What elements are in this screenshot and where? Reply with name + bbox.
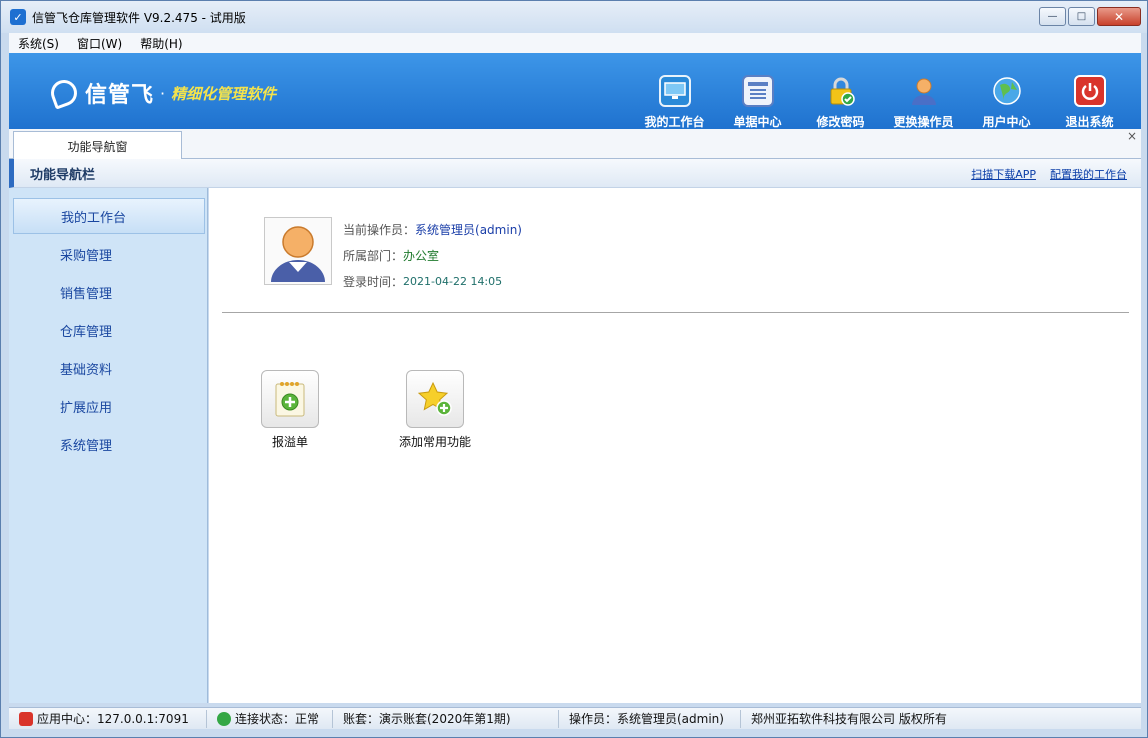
sidebar-item-warehouse[interactable]: 仓库管理 [13,312,205,348]
toolbar-user-center-button[interactable]: 用户中心 [965,75,1048,130]
operator-value: 系统管理员(admin) [415,222,522,237]
toolbar-label: 单据中心 [733,115,782,129]
toolbar-label: 修改密码 [816,115,865,129]
navigation-links: 扫描下载APP 配置我的工作台 [957,166,1127,182]
header-banner: 信管飞 · 精细化管理软件 我的工作台 单据中心 修改密码 更换操作员 用户中心… [9,53,1141,129]
login-time-label: 登录时间： [343,274,404,289]
minimize-button[interactable]: — [1039,7,1066,26]
toolbar-switch-operator-button[interactable]: 更换操作员 [882,75,965,130]
status-server-text: 应用中心：127.0.0.1:7091 [37,712,189,726]
window-title: 信管飞仓库管理软件 V9.2.475 - 试用版 [32,10,246,25]
navigation-title: 功能导航栏 [30,167,96,183]
tab-strip: 功能导航窗 × [9,129,1141,160]
toolbar-label: 退出系统 [1065,115,1114,129]
toolbar-label: 我的工作台 [644,115,705,129]
department-value: 办公室 [403,248,440,263]
brand-name: 信管飞 [85,83,155,108]
monitor-icon [658,75,691,107]
login-time-value: 2021-04-22 14:05 [403,274,503,288]
department-label: 所属部门： [343,248,404,263]
sidebar-item-basic-data[interactable]: 基础资料 [13,350,205,386]
power-icon [1073,75,1106,107]
status-server: 应用中心：127.0.0.1:7091 [9,709,207,728]
brand-slogan: 精细化管理软件 [171,84,277,103]
login-time-row: 登录时间： 2021-04-22 14:05 [343,268,522,294]
status-account: 账套：演示账套(2020年第1期) [333,709,559,728]
sidebar-item-purchase[interactable]: 采购管理 [13,236,205,272]
tab-function-navigation[interactable]: 功能导航窗 [13,131,182,160]
user-avatar-icon [271,226,325,282]
brand-mark-icon [47,76,81,110]
brand-separator: · [160,83,166,103]
operator-avatar [264,217,332,285]
close-tab-icon[interactable]: × [1127,129,1137,143]
menu-window[interactable]: 窗口(W) [68,35,131,52]
menu-bar: 系统(S) 窗口(W) 帮助(H) [9,33,1141,53]
toolbar-label: 用户中心 [982,115,1031,129]
status-company: 郑州亚拓软件科技有限公司 版权所有 [741,710,957,728]
sidebar-item-system[interactable]: 系统管理 [13,426,205,462]
star-add-icon [406,370,464,428]
shortcut-label: 添加常用功能 [399,435,472,449]
toolbar-my-workbench-button[interactable]: 我的工作台 [633,75,716,130]
shortcut-add-common-function-button[interactable]: 添加常用功能 [399,370,471,450]
maximize-button[interactable]: □ [1068,7,1095,26]
workbench-panel: 当前操作员： 系统管理员(admin) 所属部门： 办公室 登录时间： 2021… [209,188,1141,703]
sidebar-item-extensions[interactable]: 扩展应用 [13,388,205,424]
connected-check-icon [217,711,231,726]
configure-workbench-link[interactable]: 配置我的工作台 [1050,166,1127,182]
status-operator-text: 操作员：系统管理员(admin) [569,712,724,726]
status-account-text: 账套：演示账套(2020年第1期) [343,712,511,726]
document-list-icon [741,75,774,107]
window-controls: — □ ✕ [1037,7,1141,26]
scan-download-app-link[interactable]: 扫描下载APP [971,166,1036,182]
main-toolbar: 我的工作台 单据中心 修改密码 更换操作员 用户中心 退出系统 [633,75,1131,130]
toolbar-label: 更换操作员 [893,115,954,129]
sidebar-item-sales[interactable]: 销售管理 [13,274,205,310]
status-operator: 操作员：系统管理员(admin) [559,709,741,728]
app-window: ✓ 信管飞仓库管理软件 V9.2.475 - 试用版 — □ ✕ 系统(S) 窗… [0,0,1148,738]
section-divider [222,312,1129,313]
app-logo-icon: ✓ [10,9,26,25]
sidebar: 我的工作台 采购管理 销售管理 仓库管理 基础资料 扩展应用 系统管理 [9,188,208,703]
department-row: 所属部门： 办公室 [343,242,522,268]
toolbar-change-password-button[interactable]: 修改密码 [799,75,882,130]
operator-label: 当前操作员： [343,222,416,237]
operator-info: 当前操作员： 系统管理员(admin) 所属部门： 办公室 登录时间： 2021… [343,216,522,294]
toolbar-document-center-button[interactable]: 单据中心 [716,75,799,130]
app-center-icon [19,711,33,726]
toolbar-exit-button[interactable]: 退出系统 [1048,75,1131,130]
status-bar: 应用中心：127.0.0.1:7091 连接状态：正常 账套：演示账套(2020… [9,707,1141,729]
sidebar-item-my-workbench[interactable]: 我的工作台 [13,198,205,234]
shortcut-label: 报溢单 [271,435,308,449]
status-company-text: 郑州亚拓软件科技有限公司 版权所有 [751,712,947,726]
brand-logo: 信管飞 · 精细化管理软件 [47,76,277,110]
close-button[interactable]: ✕ [1097,7,1141,26]
menu-system[interactable]: 系统(S) [9,35,68,52]
globe-icon [991,75,1023,107]
status-connection: 连接状态：正常 [207,709,333,728]
status-connection-text: 连接状态：正常 [235,712,320,726]
title-bar: ✓ 信管飞仓库管理软件 V9.2.475 - 试用版 — □ ✕ [1,1,1147,33]
shortcut-overflow-order-button[interactable]: 报溢单 [261,370,319,450]
operator-row: 当前操作员： 系统管理员(admin) [343,216,522,242]
notepad-add-icon [261,370,319,428]
lock-icon [825,75,857,107]
navigation-header: 功能导航栏 扫描下载APP 配置我的工作台 [9,159,1141,188]
user-icon [908,75,940,107]
menu-help[interactable]: 帮助(H) [131,35,191,52]
